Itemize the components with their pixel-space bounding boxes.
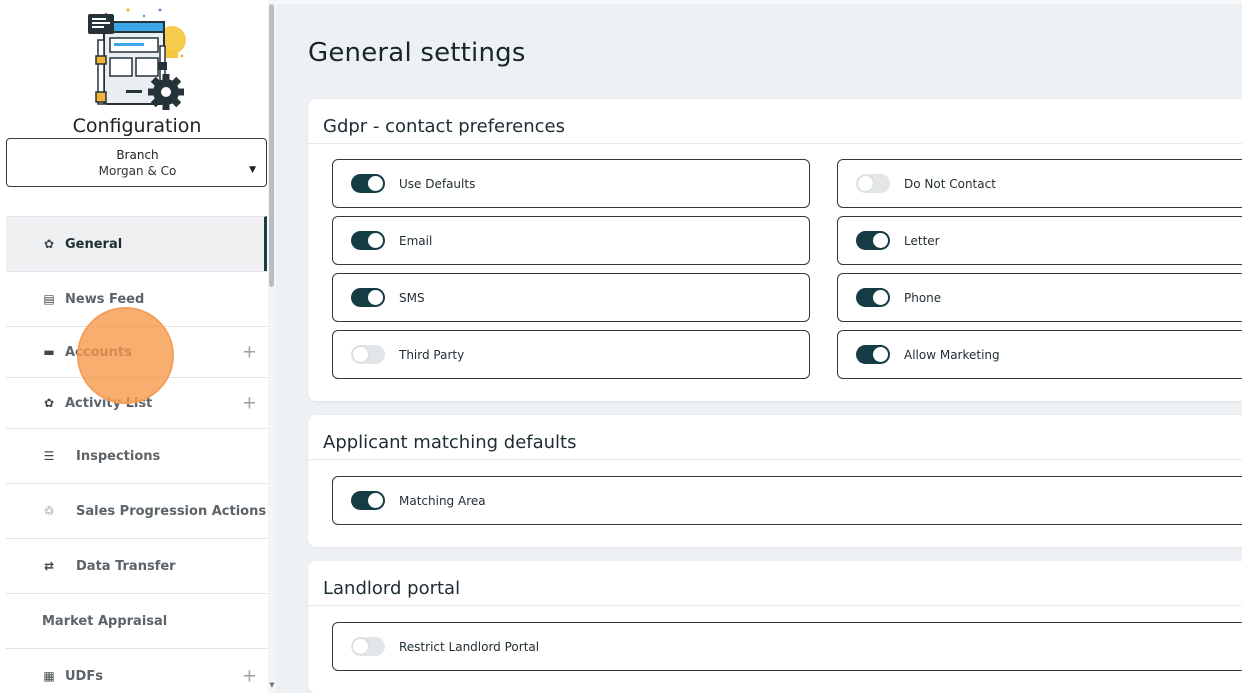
toggle-do-not-contact[interactable]: Do Not Contact <box>837 159 1242 208</box>
toggle-label: SMS <box>399 291 425 305</box>
page-title: General settings <box>308 38 526 68</box>
gdpr-card: Gdpr - contact preferences Use Defaults … <box>308 99 1242 401</box>
branch-select[interactable]: Branch Morgan & Co ▼ <box>6 138 267 187</box>
toggle-sms[interactable]: SMS <box>332 273 810 322</box>
plus-icon[interactable]: + <box>242 393 257 414</box>
configuration-illustration-icon <box>88 8 186 110</box>
toggle-label: Restrict Landlord Portal <box>399 640 540 654</box>
toggle-label: Phone <box>904 291 942 305</box>
credit-card-icon: ▬ <box>43 345 55 359</box>
section-title: Applicant matching defaults <box>323 432 577 453</box>
toggle-allow-marketing[interactable]: Allow Marketing <box>837 330 1242 379</box>
toggle-switch[interactable] <box>856 231 890 250</box>
toggle-email[interactable]: Email <box>332 216 810 265</box>
sidebar-panel: Configuration Branch Morgan & Co ▼ ✿ Gen… <box>0 0 268 693</box>
plus-icon[interactable]: + <box>242 342 257 363</box>
toggle-label: Matching Area <box>399 494 486 508</box>
toggle-restrict-landlord-portal[interactable]: Restrict Landlord Portal <box>332 622 1242 671</box>
sidebar-scrollbar[interactable]: ▼ <box>268 0 276 693</box>
sidebar-item-market-appraisal[interactable]: Market Appraisal <box>6 593 267 648</box>
toggle-knob <box>873 233 888 248</box>
toggle-label: Letter <box>904 234 940 248</box>
checklist-icon: ☰ <box>43 449 55 463</box>
landlord-portal-card: Landlord portal Restrict Landlord Portal <box>308 561 1242 693</box>
sidebar-nav: ✿ General ▤ News Feed ▬ Accounts + ✿ Act… <box>6 216 267 693</box>
caret-down-icon: ▼ <box>249 165 256 175</box>
toggle-knob <box>353 347 368 362</box>
sidebar-item-inspections[interactable]: ☰ Inspections <box>6 428 267 483</box>
toggle-switch[interactable] <box>351 345 385 364</box>
main-content: General settings Gdpr - contact preferen… <box>276 0 1242 693</box>
toggle-switch[interactable] <box>856 345 890 364</box>
sidebar-item-label: Data Transfer <box>76 558 176 574</box>
toggle-knob <box>873 347 888 362</box>
toggle-knob <box>368 176 383 191</box>
toggle-use-defaults[interactable]: Use Defaults <box>332 159 810 208</box>
sidebar-item-label: News Feed <box>65 291 145 307</box>
sidebar-item-label: Sales Progression Actions <box>76 503 267 519</box>
sidebar-item-data-transfer[interactable]: ⇄ Data Transfer <box>6 538 267 593</box>
sidebar-item-label: Inspections <box>76 448 161 464</box>
table-icon: ▦ <box>43 669 55 683</box>
toggle-label: Allow Marketing <box>904 348 1000 362</box>
webhook-icon: ♲ <box>43 504 55 518</box>
toggle-knob <box>858 176 873 191</box>
scroll-down-arrow-icon[interactable]: ▼ <box>268 680 276 690</box>
gear-icon: ✿ <box>43 396 55 410</box>
sidebar-item-udfs[interactable]: ▦ UDFs + <box>6 648 267 693</box>
configuration-title: Configuration <box>72 115 202 137</box>
sidebar-item-label: Market Appraisal <box>42 613 168 629</box>
toggle-switch[interactable] <box>351 637 385 656</box>
toggle-label: Do Not Contact <box>904 177 996 191</box>
sidebar-item-label: UDFs <box>65 668 103 684</box>
section-divider <box>308 459 1242 460</box>
sidebar-item-label: General <box>65 236 123 252</box>
branch-label: Branch <box>116 148 159 162</box>
toggle-knob <box>368 233 383 248</box>
toggle-letter[interactable]: Letter <box>837 216 1242 265</box>
toggle-switch[interactable] <box>856 288 890 307</box>
toggle-switch[interactable] <box>351 491 385 510</box>
applicant-matching-card: Applicant matching defaults Matching Are… <box>308 415 1242 547</box>
toggle-third-party[interactable]: Third Party <box>332 330 810 379</box>
section-divider <box>308 605 1242 606</box>
toggle-knob <box>353 639 368 654</box>
sidebar-item-sales-progression-actions[interactable]: ♲ Sales Progression Actions <box>6 483 267 538</box>
click-indicator <box>77 307 174 404</box>
toggle-label: Use Defaults <box>399 177 476 191</box>
sidebar: Configuration Branch Morgan & Co ▼ ✿ Gen… <box>0 0 276 693</box>
toggle-phone[interactable]: Phone <box>837 273 1242 322</box>
toggle-switch[interactable] <box>351 174 385 193</box>
plus-icon[interactable]: + <box>242 666 257 687</box>
section-divider <box>308 143 1242 144</box>
sidebar-item-general[interactable]: ✿ General <box>6 216 267 271</box>
scrollbar-thumb[interactable] <box>269 4 274 287</box>
toggle-switch[interactable] <box>856 174 890 193</box>
newspaper-icon: ▤ <box>43 292 55 306</box>
gear-icon: ✿ <box>43 237 55 251</box>
transfer-arrows-icon: ⇄ <box>43 559 55 573</box>
branch-value: Morgan & Co <box>98 164 177 178</box>
toggle-knob <box>368 290 383 305</box>
section-title: Landlord portal <box>323 578 461 599</box>
toggle-label: Email <box>399 234 433 248</box>
toggle-knob <box>368 493 383 508</box>
toggle-label: Third Party <box>399 348 465 362</box>
top-bar <box>276 0 1242 4</box>
section-title: Gdpr - contact preferences <box>323 116 565 137</box>
toggle-matching-area[interactable]: Matching Area <box>332 476 1242 525</box>
toggle-switch[interactable] <box>351 231 385 250</box>
toggle-knob <box>873 290 888 305</box>
toggle-switch[interactable] <box>351 288 385 307</box>
